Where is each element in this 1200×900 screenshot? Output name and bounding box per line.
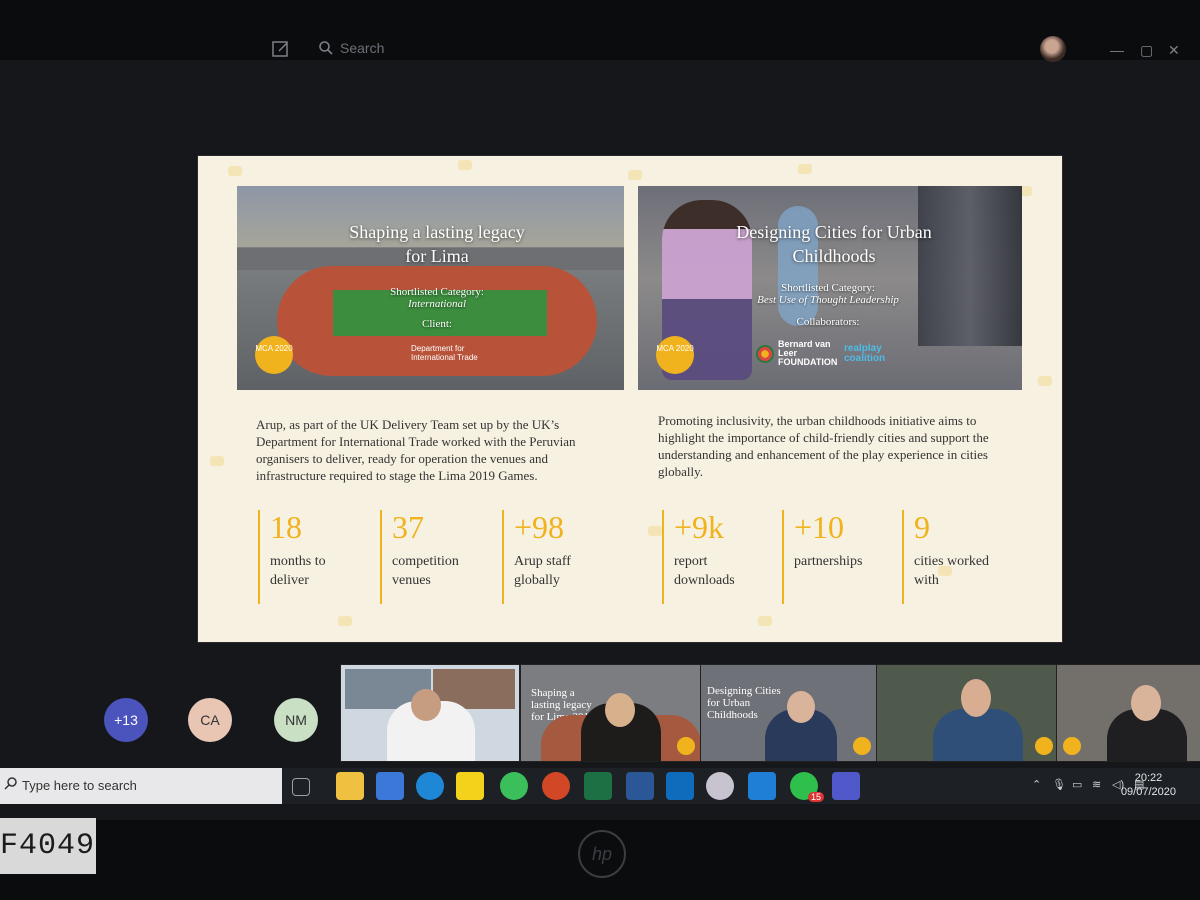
collaborators-label: Collaborators: [796,316,860,328]
hp-logo: hp [578,830,626,878]
stat-months: 18 months to deliver [258,510,366,604]
stat-staff: +98 Arup staff globally [502,510,610,604]
maximize-icon[interactable]: ▢ [1140,42,1153,59]
bernard-van-leer-icon [756,344,774,363]
bernard-van-leer-logo: Bernard van Leer FOUNDATION [778,339,838,367]
stat-partnerships: +10 partnerships [782,510,890,604]
left-client-label: Client: [422,318,452,330]
chevron-up-icon[interactable]: ⌃ [1032,778,1041,791]
compose-icon[interactable] [272,40,290,58]
left-category-label: Shortlisted Category: [390,286,484,298]
stat-cities: 9 cities worked with [902,510,1010,604]
stat-value: 9 [914,509,930,545]
asset-label: F4049 [0,818,96,874]
mca-award-badge: MCA 2020 [255,336,293,374]
refresh-app-icon[interactable] [500,772,528,800]
taskbar-search-placeholder: Type here to search [22,778,137,793]
user-avatar[interactable] [1040,36,1066,62]
lima-stadium-photo: Shaping a lasting legacy for Lima Shortl… [237,186,624,390]
mca-award-badge: MCA 2020 [656,336,694,374]
search-icon [4,777,17,790]
stat-downloads: +9k report downloads [662,510,770,604]
search-input[interactable]: Search [340,40,384,56]
file-explorer-icon[interactable] [336,772,364,800]
clock[interactable]: 20:22 09/07/2020 [1121,771,1176,799]
photos-icon[interactable] [748,772,776,800]
stat-value: 18 [270,509,302,545]
dit-logo: Department for International Trade [411,344,478,362]
teams-icon[interactable] [832,772,860,800]
participant-avatar[interactable]: NM [274,698,318,742]
edge-icon[interactable] [416,772,444,800]
presentation-slide: Shaping a lasting legacy for Lima Shortl… [198,156,1062,642]
stat-value: 37 [392,509,424,545]
clock-date: 09/07/2020 [1120,786,1176,798]
battery-icon[interactable]: ▭ [1072,778,1082,791]
urban-childhoods-photo: Designing Cities for Urban Childhoods Sh… [638,186,1022,390]
right-category-value: Best Use of Thought Leadership [757,294,899,306]
stat-label: cities worked with [914,554,990,588]
powerpoint-icon[interactable] [542,772,570,800]
app-icon[interactable] [706,772,734,800]
stat-value: +10 [794,509,845,545]
task-view-icon[interactable] [292,778,310,796]
video-tile[interactable] [340,664,520,762]
excel-icon[interactable] [584,772,612,800]
right-category-label: Shortlisted Category: [781,282,875,294]
search-icon[interactable] [318,40,334,56]
left-category-value: International [407,298,467,310]
video-tile[interactable]: Designing Cities for Urban Childhoods [700,664,878,762]
whatsapp-icon[interactable]: 15 [790,772,824,802]
notification-badge: 15 [807,792,824,802]
video-tile[interactable] [876,664,1058,762]
stat-label: Arup staff globally [514,554,571,588]
minimize-icon[interactable]: — [1110,42,1124,58]
participant-avatar[interactable]: CA [188,698,232,742]
stat-venues: 37 competition venues [380,510,488,604]
left-description: Arup, as part of the UK Delivery Team se… [256,417,576,483]
right-card-title: Designing Cities for Urban Childhoods [736,222,932,266]
clock-time: 20:22 [1134,772,1163,784]
microphone-icon[interactable]: 🎙 [1052,778,1066,791]
word-icon[interactable] [626,772,654,800]
stat-label: report downloads [674,554,735,588]
windows-taskbar: Type here to search 15 ⌃ 🎙 ▭ ≋ ◁) ▤ 20:2… [0,768,1200,804]
wifi-icon[interactable]: ≋ [1092,778,1101,791]
close-icon[interactable]: ✕ [1168,42,1180,59]
sticky-notes-icon[interactable] [456,772,484,800]
stat-value: +98 [514,509,565,545]
stat-label: partnerships [794,554,863,569]
store-icon[interactable] [376,772,404,800]
video-tile[interactable] [1056,664,1200,762]
outlook-icon[interactable] [666,772,694,800]
stat-label: competition venues [392,554,459,588]
right-description: Promoting inclusivity, the urban childho… [658,413,989,479]
video-tile[interactable]: Shaping a lasting legacy for Lima 2019 [520,664,702,762]
stat-label: months to deliver [270,554,326,588]
taskbar-search[interactable]: Type here to search [0,768,282,804]
stat-value: +9k [674,509,725,545]
realplay-logo: realplay coalition [844,343,886,364]
more-participants-button[interactable]: +13 [104,698,148,742]
left-card-title: Shaping a lasting legacy for Lima [349,222,525,266]
